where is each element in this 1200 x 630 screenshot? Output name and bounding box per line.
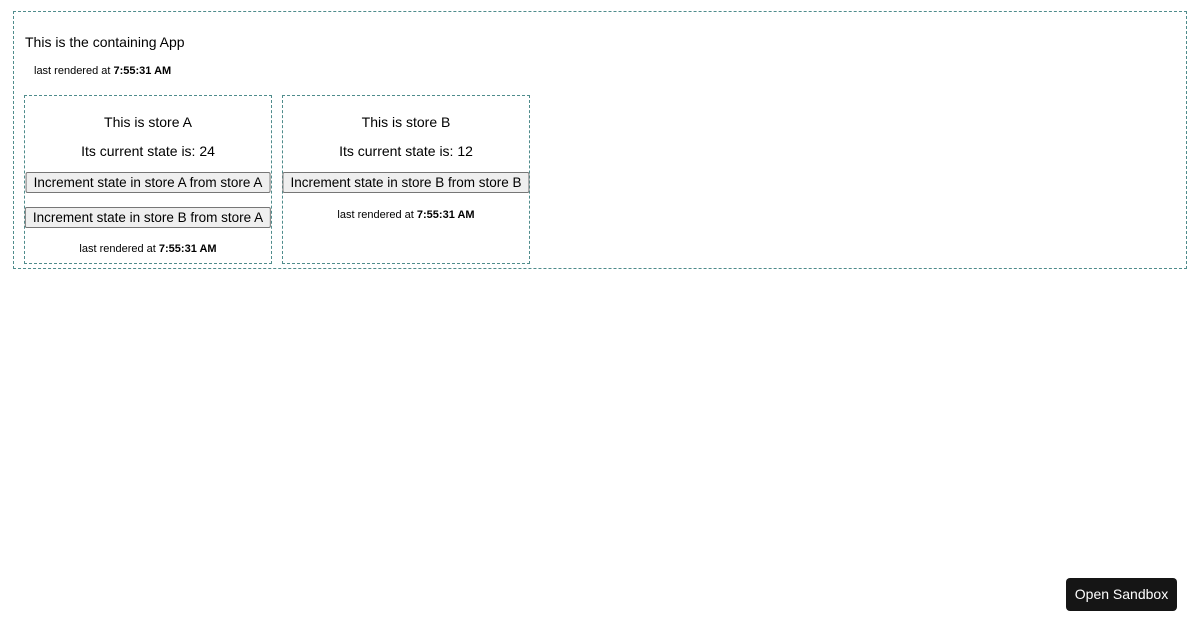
store-a-rendered-prefix: last rendered at — [79, 243, 156, 255]
increment-a-from-a-button[interactable]: Increment state in store A from store A — [25, 172, 271, 193]
app-title: This is the containing App — [25, 34, 185, 50]
store-b-rendered-prefix: last rendered at — [337, 209, 414, 221]
increment-b-from-a-button[interactable]: Increment state in store B from store A — [24, 207, 272, 228]
store-b-rendered-time: 7:55:31 AM — [416, 209, 475, 221]
store-b-panel: This is store B Its current state is: 12… — [282, 95, 530, 264]
app-rendered-prefix: last rendered at — [34, 65, 111, 77]
app-container: This is the containing App last rendered… — [13, 11, 1187, 269]
app-rendered-time: 7:55:31 AM — [113, 65, 172, 77]
store-b-title: This is store B — [361, 114, 451, 130]
increment-b-from-b-button[interactable]: Increment state in store B from store B — [282, 172, 530, 193]
store-a-state: Its current state is: 24 — [81, 143, 215, 159]
store-b-last-rendered: last rendered at 7:55:31 AM — [283, 209, 529, 222]
app-last-rendered: last rendered at 7:55:31 AM — [34, 65, 171, 78]
store-a-panel: This is store A Its current state is: 24… — [24, 95, 272, 264]
open-sandbox-button[interactable]: Open Sandbox — [1066, 578, 1177, 611]
store-b-state: Its current state is: 12 — [339, 143, 473, 159]
store-a-last-rendered: last rendered at 7:55:31 AM — [25, 243, 271, 256]
store-a-title: This is store A — [104, 114, 192, 130]
store-a-rendered-time: 7:55:31 AM — [158, 243, 217, 255]
